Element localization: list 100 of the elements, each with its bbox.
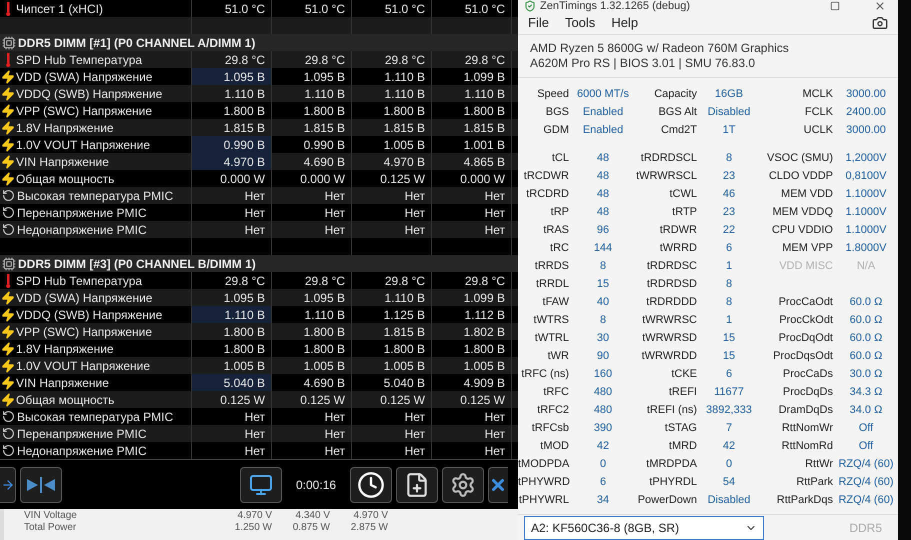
module-dropdown[interactable]: A2: KF560C36-8 (8GB, SR) [524, 516, 764, 540]
sensor-label: VPP (SWC) Напряжение [16, 324, 152, 340]
param-label: RttNomWr [780, 420, 834, 436]
param-value: 0 [598, 456, 608, 472]
system-info: A620M Pro RS | BIOS 3.01 | SMU 76.83.0 [530, 56, 756, 72]
sensor-value: 5.040 В [192, 374, 272, 391]
param-value: 7 [724, 420, 734, 436]
param-value: 60.0 Ω [848, 330, 884, 346]
close-button[interactable] [488, 467, 508, 503]
sensor-value: Нет [432, 442, 512, 459]
lightning-icon [1, 138, 15, 152]
param-value: 480 [592, 402, 614, 418]
menu-item[interactable]: File [528, 13, 549, 33]
sensor-label: VIN Напряжение [16, 154, 109, 170]
param-label: tCKE [670, 366, 698, 382]
elapsed-time: 0:00:16 [296, 477, 336, 494]
clock-button[interactable] [350, 467, 392, 503]
param-value: 48 [596, 168, 610, 184]
param-label: tRC [549, 240, 570, 256]
param-value: 6 [598, 474, 608, 490]
param-label: UCLK [802, 122, 834, 138]
param-label: CLDO VDDP [768, 168, 834, 184]
lightning-icon [1, 308, 15, 322]
param-label: tRDWR [658, 222, 698, 238]
lightning-icon [1, 358, 15, 372]
sensor-value: 4.970 В [192, 153, 272, 170]
param-label: tMOD [539, 438, 570, 454]
param-label: tRDRDSD [646, 276, 698, 292]
lightning-icon [1, 376, 15, 390]
sensor-label: VDD (SWA) Напряжение [16, 68, 152, 86]
camera-icon[interactable] [872, 15, 888, 32]
param-label: tRDRDDD [645, 294, 698, 310]
sensor-label: Недонапряжение PMIC [17, 442, 147, 460]
param-label: tREFI [668, 384, 698, 400]
window-title: ZenTimings 1.32.1265 (debug) [540, 0, 690, 12]
sensor-value: Нет [272, 442, 352, 459]
sensor-label: Чипсет 1 (xHCI) [16, 0, 103, 18]
param-label: VSOC (SMU) [766, 150, 834, 166]
param-label: tRRDL [534, 276, 570, 292]
sensor-label: VDDQ (SWB) Напряжение [16, 86, 162, 102]
menu-item[interactable]: Tools [564, 13, 596, 33]
sensor-label: Общая мощность [16, 392, 114, 408]
param-label: tRFCsb [530, 420, 570, 436]
param-label: ProcCaOdt [778, 294, 834, 310]
param-label: tRFC (ns) [520, 366, 570, 382]
param-value: 60.0 Ω [848, 312, 884, 328]
param-value: 8 [724, 150, 734, 166]
sensor-label: SPD Hub Температура [16, 52, 142, 68]
new-log-button[interactable] [396, 467, 438, 503]
param-label: tWRRD [658, 240, 698, 256]
lightning-icon [1, 154, 15, 168]
param-label: BGS [544, 104, 570, 120]
param-label: MCLK [801, 86, 834, 102]
group-header: DDR5 DIMM [#3] (P0 CHANNEL B/DIMM 1) [18, 256, 256, 272]
param-label: Speed [536, 86, 570, 102]
param-value: 16GB [714, 86, 744, 102]
param-value: 48 [596, 204, 610, 220]
param-value: 0,8100V [844, 168, 888, 184]
param-label: tWRWRDD [640, 348, 698, 364]
arrow-button[interactable] [0, 467, 16, 503]
param-label: tMODPDA [518, 456, 570, 472]
maximize-icon[interactable] [830, 1, 840, 11]
param-value: 480 [592, 384, 614, 400]
param-value: 1.1000V [844, 186, 888, 202]
sensor-value: 1.095 В [192, 68, 272, 85]
param-value: 8 [598, 312, 608, 328]
menu-item[interactable]: Help [611, 13, 638, 33]
network-button[interactable] [240, 467, 282, 503]
param-value: Off [858, 438, 874, 454]
collapse-button[interactable] [20, 467, 62, 503]
sheet-value: 1.250 W [234, 520, 272, 534]
param-label: VDD MISC [778, 258, 834, 274]
param-label: RttNomRd [780, 438, 834, 454]
param-value: 15 [722, 348, 736, 364]
param-value: Disabled [706, 104, 752, 120]
param-label: tCL [550, 150, 570, 166]
lightning-icon [1, 172, 15, 186]
param-value: 3892,333 [705, 402, 753, 418]
param-value: 160 [592, 366, 614, 382]
close-icon[interactable] [874, 0, 886, 12]
memory-type: DDR5 [849, 520, 882, 537]
shield-icon [524, 0, 536, 12]
param-value: 8 [724, 294, 734, 310]
param-label: Capacity [653, 86, 698, 102]
sensor-label: Перенапряжение PMIC [17, 204, 147, 222]
settings-button[interactable] [442, 467, 484, 503]
param-label: tMRD [668, 438, 698, 454]
sensor-value: Нет [352, 442, 432, 459]
param-label: RttWr [804, 456, 834, 472]
param-label: tWRWRSC [641, 312, 698, 328]
param-value: Enabled [582, 122, 624, 138]
param-label: BGS Alt [657, 104, 698, 120]
param-label: FCLK [804, 104, 834, 120]
param-label: DramDqDs [778, 402, 834, 418]
sensor-label: 1.8V Напряжение [16, 340, 114, 358]
param-value: 2400.00 [845, 104, 887, 120]
lightning-icon [1, 70, 15, 84]
param-label: RttPark [795, 474, 834, 490]
param-label: GDM [542, 122, 570, 138]
param-value: 40 [596, 294, 610, 310]
